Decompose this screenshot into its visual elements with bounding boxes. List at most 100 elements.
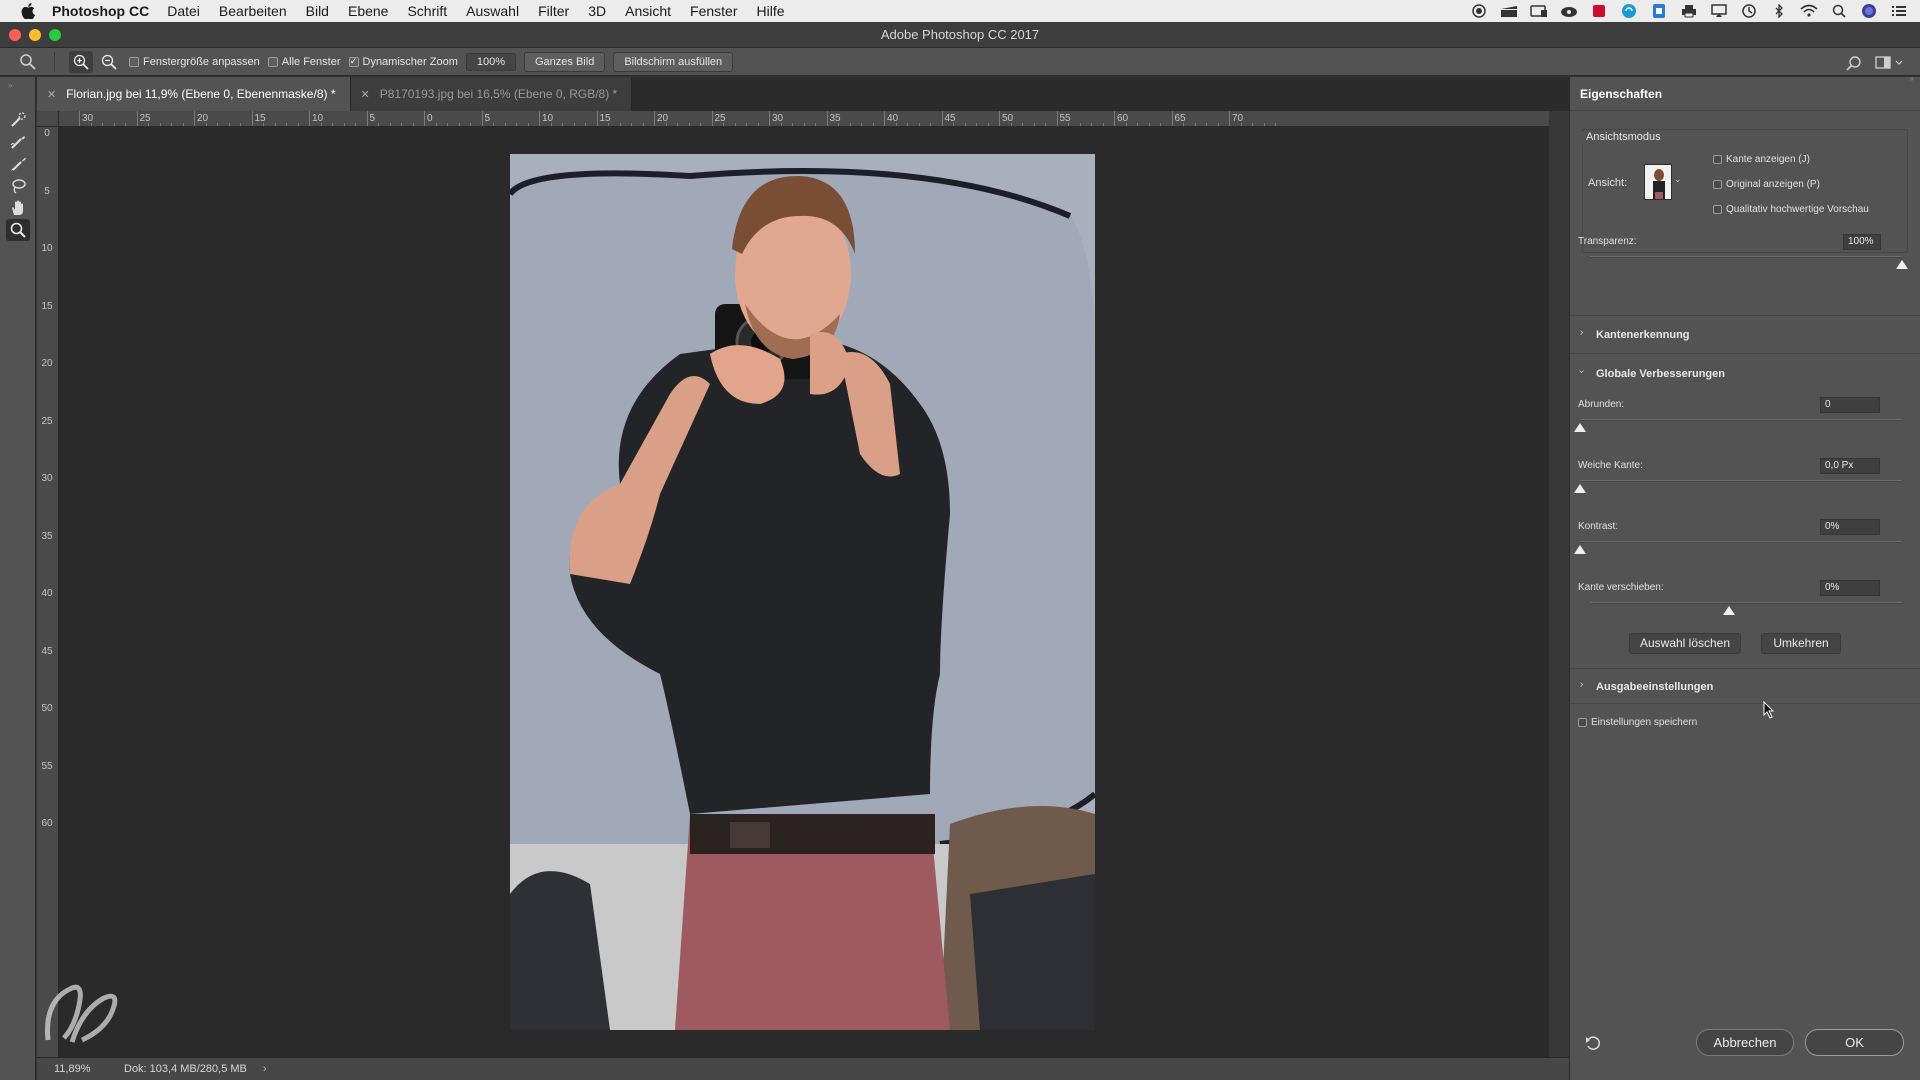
creative-cloud-icon[interactable] (1560, 3, 1578, 19)
shift-edge-slider-thumb[interactable] (1723, 606, 1735, 615)
document-image[interactable] (510, 154, 1095, 1030)
global-refinements-title[interactable]: Globale Verbesserungen (1596, 368, 1725, 380)
contrast-slider-track[interactable] (1580, 541, 1902, 543)
time-machine-icon[interactable] (1740, 3, 1758, 19)
status-menu-arrow[interactable]: › (263, 1063, 267, 1075)
smooth-field[interactable]: 0 (1820, 397, 1880, 413)
all-windows-checkbox[interactable]: Alle Fenster (267, 56, 341, 68)
airplay-icon[interactable] (1710, 3, 1728, 19)
smooth-slider-thumb[interactable] (1574, 423, 1586, 432)
cancel-button[interactable]: Abbrechen (1696, 1029, 1794, 1056)
show-original-checkbox[interactable]: Original anzeigen (P) (1713, 179, 1820, 190)
workspace-switcher-icon[interactable] (1872, 52, 1908, 74)
close-tab-icon[interactable]: ✕ (361, 88, 370, 101)
show-edge-checkbox[interactable]: Kante anzeigen (J) (1713, 154, 1810, 165)
tab-florian[interactable]: ✕ Florian.jpg bei 11,9% (Ebene 0, Ebenen… (37, 77, 351, 111)
shift-edge-field[interactable]: 0% (1820, 580, 1880, 596)
app-red-icon[interactable] (1590, 3, 1608, 19)
menu-datei[interactable]: Datei (167, 3, 200, 19)
menu-ansicht[interactable]: Ansicht (625, 3, 671, 19)
transparency-slider-track[interactable] (1590, 256, 1902, 258)
shift-edge-slider-track[interactable] (1590, 602, 1902, 604)
fill-screen-button[interactable]: Bildschirm ausfüllen (613, 51, 734, 72)
notification-center-icon[interactable] (1890, 3, 1908, 19)
menu-bearbeiten[interactable]: Bearbeiten (219, 3, 287, 19)
reset-icon[interactable] (1584, 1035, 1602, 1054)
minimize-window-button[interactable] (29, 29, 41, 41)
chevron-down-icon[interactable]: › (1576, 370, 1587, 373)
zoom-tool-preset-icon[interactable] (16, 51, 40, 73)
menu-bild[interactable]: Bild (306, 3, 329, 19)
close-tab-icon[interactable]: ✕ (47, 88, 56, 101)
resize-windows-checkbox[interactable]: Fenstergröße anpassen (129, 56, 260, 68)
apple-icon[interactable] (18, 1, 38, 21)
view-label: Ansicht: (1588, 177, 1628, 189)
smooth-slider-track[interactable] (1580, 419, 1902, 421)
view-thumbnail[interactable] (1644, 164, 1672, 200)
clear-selection-button[interactable]: Auswahl löschen (1629, 633, 1741, 654)
bluetooth-icon[interactable] (1770, 3, 1788, 19)
zoom-value-field[interactable]: 100% (465, 52, 516, 71)
clapper-icon[interactable] (1500, 3, 1518, 19)
menu-auswahl[interactable]: Auswahl (466, 3, 519, 19)
invert-button[interactable]: Umkehren (1761, 633, 1841, 654)
wifi-icon[interactable] (1800, 3, 1818, 19)
checkbox-box (1713, 155, 1722, 164)
siri-icon[interactable] (1860, 3, 1878, 19)
zoom-tool-icon[interactable] (6, 219, 30, 241)
feather-slider-track[interactable] (1580, 480, 1902, 482)
chevron-down-icon[interactable]: ⌄ (1674, 174, 1682, 185)
feather-field[interactable]: 0,0 Px (1820, 458, 1880, 474)
menu-hilfe[interactable]: Hilfe (757, 3, 785, 19)
scrubby-zoom-checkbox[interactable]: ✓ Dynamischer Zoom (348, 56, 458, 68)
chevron-right-icon[interactable]: › (1580, 327, 1583, 338)
menu-ebene[interactable]: Ebene (348, 3, 388, 19)
fit-screen-button[interactable]: Ganzes Bild (524, 51, 606, 72)
panel-title[interactable]: Eigenschaften (1570, 77, 1920, 111)
document-sync-icon[interactable] (1650, 3, 1668, 19)
menu-fenster[interactable]: Fenster (690, 3, 737, 19)
search-icon[interactable] (1842, 52, 1866, 74)
properties-panel: » Eigenschaften Ansichtsmodus Ansicht: ⌄… (1569, 74, 1920, 1080)
checkbox-box (1713, 180, 1722, 189)
remember-settings-checkbox[interactable]: Einstellungen speichern (1578, 717, 1697, 728)
menu-schrift[interactable]: Schrift (407, 3, 447, 19)
contrast-field[interactable]: 0% (1820, 519, 1880, 535)
tab-p8170193[interactable]: ✕ P8170193.jpg bei 16,5% (Ebene 0, RGB/8… (350, 77, 633, 111)
zoom-window-button[interactable] (49, 29, 61, 41)
zoom-in-icon[interactable] (69, 50, 93, 73)
chevron-right-icon[interactable]: › (1580, 679, 1583, 690)
menu-filter[interactable]: Filter (538, 3, 569, 19)
high-quality-preview-checkbox[interactable]: Qualitativ hochwertige Vorschau (1713, 204, 1869, 215)
transparency-field[interactable]: 100% (1843, 234, 1881, 250)
brush-tool-icon[interactable] (6, 153, 30, 175)
ruler-origin[interactable] (37, 111, 59, 127)
lasso-tool-icon[interactable] (6, 175, 30, 197)
horizontal-ruler[interactable]: 30 25 20 15 10 5 0 5 10 15 20 25 30 35 40 45 50 55 60 65 70 (59, 111, 1549, 127)
app-menu[interactable]: Photoshop CC (52, 3, 149, 19)
printer-icon[interactable] (1680, 3, 1698, 19)
quick-selection-tool-icon[interactable] (6, 109, 30, 131)
canvas-area[interactable] (59, 127, 1549, 1057)
output-settings-title[interactable]: Ausgabeeinstellungen (1596, 681, 1713, 693)
ok-button[interactable]: OK (1805, 1029, 1904, 1056)
refine-edge-brush-icon[interactable] (6, 131, 30, 153)
panel-grip-icon[interactable]: » (8, 81, 12, 90)
contrast-slider-thumb[interactable] (1574, 545, 1586, 554)
panel-collapse-icon[interactable]: » (1910, 74, 1914, 83)
transparency-slider-thumb[interactable] (1896, 260, 1908, 269)
sync-icon[interactable] (1620, 3, 1638, 19)
edge-detection-title[interactable]: Kantenerkennung (1596, 329, 1690, 341)
zoom-out-icon[interactable] (97, 51, 121, 73)
vertical-ruler[interactable]: 0 5 10 15 20 25 30 35 40 45 50 55 60 (37, 127, 59, 1057)
record-icon[interactable] (1470, 3, 1488, 19)
zoom-level[interactable]: 11,89% (54, 1063, 124, 1075)
screen-share-icon[interactable] (1530, 3, 1548, 19)
spotlight-icon[interactable] (1830, 3, 1848, 19)
tools-panel: » (0, 77, 36, 1080)
feather-slider-thumb[interactable] (1574, 484, 1586, 493)
menu-3d[interactable]: 3D (588, 3, 606, 19)
checkbox-box (129, 56, 139, 67)
close-window-button[interactable] (9, 29, 21, 41)
hand-tool-icon[interactable] (6, 197, 30, 219)
